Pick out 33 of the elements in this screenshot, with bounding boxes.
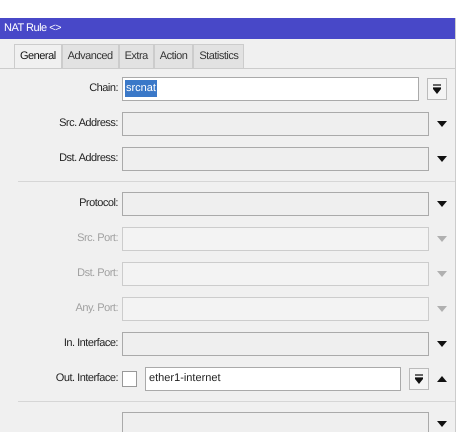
dropdown-arrow-icon[interactable] bbox=[437, 340, 447, 346]
dropdown-arrow-icon[interactable] bbox=[437, 200, 447, 206]
list-button[interactable] bbox=[427, 78, 447, 100]
field-label: Src. Port: bbox=[77, 231, 118, 246]
dropdown-arrow-icon[interactable] bbox=[437, 120, 447, 126]
up-arrow-icon[interactable] bbox=[437, 376, 447, 382]
field-label: Any. Port: bbox=[76, 301, 118, 316]
list-button[interactable] bbox=[409, 368, 429, 390]
dropdown-field[interactable] bbox=[122, 412, 429, 432]
field-label: Dst. Address: bbox=[59, 151, 118, 166]
tab[interactable]: Advanced bbox=[62, 44, 119, 68]
dropdown-field[interactable] bbox=[122, 192, 429, 216]
dropdown-arrow-icon[interactable] bbox=[437, 156, 447, 162]
negate-checkbox[interactable] bbox=[122, 370, 137, 386]
list-icon bbox=[433, 84, 441, 94]
tab[interactable]: Extra bbox=[118, 44, 154, 68]
field-label: Dst. Port: bbox=[77, 266, 118, 282]
field-label: Src. Address: bbox=[59, 116, 118, 132]
tab[interactable]: Action bbox=[154, 44, 194, 68]
window-title: NAT Rule <> bbox=[4, 21, 62, 36]
list-icon bbox=[415, 374, 423, 384]
tab[interactable]: Statistics bbox=[193, 44, 244, 68]
dropdown-field[interactable] bbox=[122, 112, 429, 136]
field-label: Protocol: bbox=[79, 196, 118, 212]
interface-field[interactable]: ether1-internet bbox=[145, 366, 401, 390]
chain-field[interactable]: srcnat bbox=[122, 76, 419, 100]
dropdown-field[interactable] bbox=[122, 146, 429, 170]
dropdown-arrow-icon[interactable] bbox=[437, 420, 447, 426]
dropdown-field[interactable] bbox=[122, 332, 429, 356]
field-label: Out. Interface: bbox=[56, 371, 118, 386]
field-label: In. Interface: bbox=[64, 336, 118, 352]
field-label: Chain: bbox=[89, 81, 118, 96]
tab[interactable]: General bbox=[14, 44, 62, 68]
